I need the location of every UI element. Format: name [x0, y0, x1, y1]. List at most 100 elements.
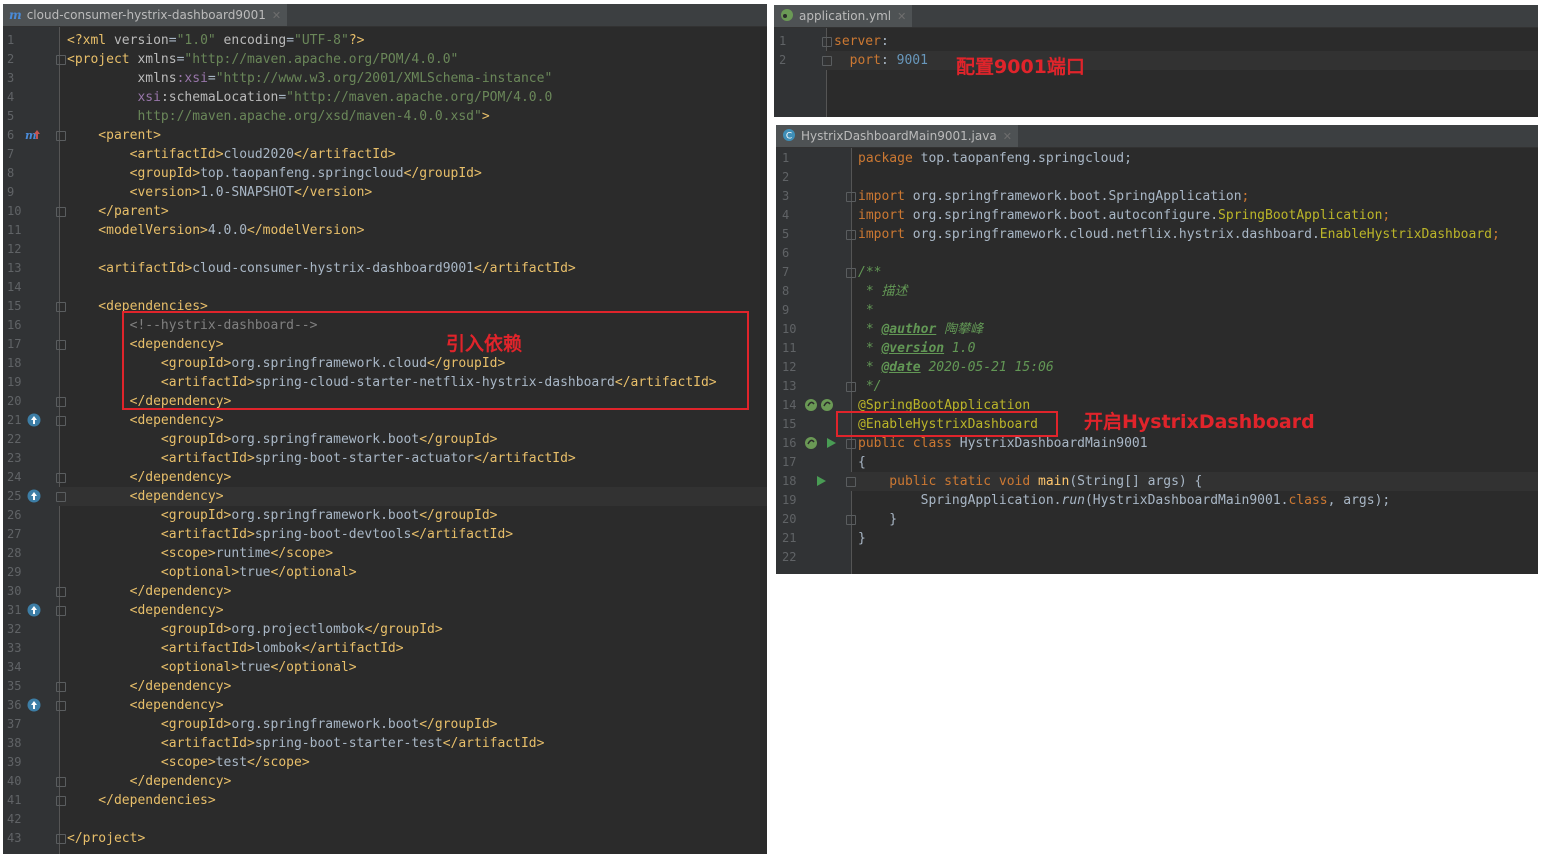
fold-marker-icon[interactable]	[822, 56, 832, 66]
line-number: 28	[7, 546, 22, 560]
code-token: :	[880, 53, 897, 68]
code-text: <optional>true</optional>	[67, 658, 357, 677]
line-number: 10	[782, 322, 797, 336]
code-token: http://maven.apache.org/xsd/maven-4.0.0.…	[67, 109, 482, 124]
code-text: {	[858, 453, 866, 472]
fold-marker-icon[interactable]	[56, 777, 66, 787]
line-number: 4	[7, 90, 15, 104]
override-icon[interactable]	[27, 413, 41, 427]
close-icon[interactable]: ✕	[272, 9, 281, 22]
fold-marker-icon[interactable]	[56, 397, 66, 407]
code-token: *	[858, 322, 882, 337]
code-text: import org.springframework.boot.SpringAp…	[858, 187, 1249, 206]
fold-marker-icon[interactable]	[56, 55, 66, 65]
code-line: 9 <version>1.0-SNAPSHOT</version>	[3, 183, 767, 202]
fold-marker-icon[interactable]	[56, 606, 66, 616]
close-icon[interactable]: ✕	[897, 10, 906, 23]
code-line: 7 /**	[776, 263, 1538, 282]
fold-marker-icon[interactable]	[56, 207, 66, 217]
line-number: 35	[7, 679, 22, 693]
fold-marker-icon[interactable]	[56, 340, 66, 350]
code-line: 3 import org.springframework.boot.SpringA…	[776, 187, 1538, 206]
code-token: main	[1038, 474, 1070, 489]
code-line: 30 </dependency>	[3, 582, 767, 601]
code-token: import	[858, 189, 913, 204]
code-token: <modelVersion>	[67, 223, 208, 238]
line-number: 11	[7, 223, 22, 237]
fold-marker-icon[interactable]	[846, 477, 856, 487]
override-icon[interactable]	[27, 489, 41, 503]
code-token: 2020-05-21 15:06	[920, 360, 1054, 375]
code-token: </dependency>	[67, 470, 232, 485]
override-icon[interactable]	[27, 698, 41, 712]
code-line: 37 <groupId>org.springframework.boot</gr…	[3, 715, 767, 734]
fold-marker-icon[interactable]	[56, 473, 66, 483]
fold-marker-icon[interactable]	[56, 131, 66, 141]
yml-tab[interactable]: application.yml ✕	[774, 5, 913, 27]
code-line: 2	[776, 168, 1538, 187]
spring-bean-icon[interactable]	[804, 398, 818, 412]
code-line: 26 <groupId>org.springframework.boot</gr…	[3, 506, 767, 525]
code-text: }	[858, 529, 866, 548]
code-token: <groupId>	[67, 508, 232, 523]
code-text: http://maven.apache.org/xsd/maven-4.0.0.…	[67, 107, 489, 126]
fold-marker-icon[interactable]	[822, 37, 832, 47]
fold-marker-icon[interactable]	[56, 416, 66, 426]
code-token: </dependency>	[67, 679, 232, 694]
code-text: <artifactId>cloud-consumer-hystrix-dashb…	[67, 259, 575, 278]
spring-bean-icon[interactable]	[804, 436, 818, 450]
line-number: 8	[782, 284, 790, 298]
maven-icon: m	[9, 8, 22, 22]
fold-marker-icon[interactable]	[846, 439, 856, 449]
line-number: 1	[782, 151, 790, 165]
fold-marker-icon[interactable]	[846, 192, 856, 202]
code-token: cloud-consumer-hystrix-dashboard9001	[192, 261, 474, 276]
code-line: 18 public static void main(String[] args…	[776, 472, 1538, 491]
fold-marker-icon[interactable]	[846, 382, 856, 392]
fold-marker-icon[interactable]	[56, 682, 66, 692]
code-token: "UTF-8"	[294, 33, 349, 48]
code-token: </dependency>	[67, 774, 232, 789]
line-number: 20	[7, 394, 22, 408]
code-text: </dependency>	[67, 582, 232, 601]
pom-code-area[interactable]: 1 <?xml version="1.0" encoding="UTF-8"?> 2…	[3, 27, 767, 854]
code-token: </parent>	[67, 204, 169, 219]
pom-tab[interactable]: m cloud-consumer-hystrix-dashboard9001 ✕	[3, 4, 288, 26]
close-icon[interactable]: ✕	[1003, 130, 1012, 143]
code-text: <dependency>	[67, 696, 224, 715]
run-icon[interactable]	[814, 474, 828, 488]
fold-marker-icon[interactable]	[846, 515, 856, 525]
pom-lines: 1 <?xml version="1.0" encoding="UTF-8"?> 2…	[3, 31, 767, 848]
code-token: <project	[67, 52, 138, 67]
yml-code-area[interactable]: 1 server: 2 port: 9001 配置9001端口	[774, 28, 1538, 117]
fold-marker-icon[interactable]	[56, 834, 66, 844]
code-line: 22	[776, 548, 1538, 567]
fold-marker-icon[interactable]	[56, 587, 66, 597]
java-tab[interactable]: C HystrixDashboardMain9001.java ✕	[776, 125, 1018, 147]
code-line: 19 SpringApplication.run(HystrixDashboar…	[776, 491, 1538, 510]
code-text: <scope>runtime</scope>	[67, 544, 333, 563]
spring-config-icon[interactable]	[820, 398, 834, 412]
maven-parent-icon[interactable]: m	[25, 128, 40, 142]
line-number: 9	[7, 185, 15, 199]
code-line: 1 <?xml version="1.0" encoding="UTF-8"?>	[3, 31, 767, 50]
line-number: 18	[7, 356, 22, 370]
fold-marker-icon[interactable]	[56, 492, 66, 502]
fold-marker-icon[interactable]	[56, 302, 66, 312]
fold-marker-icon[interactable]	[846, 230, 856, 240]
java-code-area[interactable]: 1 package top.taopanfeng.springcloud; 2 3 im…	[776, 148, 1538, 574]
fold-marker-icon[interactable]	[846, 268, 856, 278]
code-text: import org.springframework.cloud.netflix…	[858, 225, 1500, 244]
run-icon[interactable]	[824, 436, 838, 450]
code-line: 6m <parent>	[3, 126, 767, 145]
code-line: 29 <optional>true</optional>	[3, 563, 767, 582]
yml-lines: 1 server: 2 port: 9001	[774, 32, 1538, 70]
fold-marker-icon[interactable]	[56, 701, 66, 711]
line-number: 3	[7, 71, 15, 85]
code-token: </scope>	[270, 546, 334, 561]
override-icon[interactable]	[27, 603, 41, 617]
code-token: */	[858, 379, 882, 394]
fold-marker-icon[interactable]	[56, 796, 66, 806]
line-number: 1	[7, 33, 15, 47]
code-token: <optional>	[67, 565, 240, 580]
